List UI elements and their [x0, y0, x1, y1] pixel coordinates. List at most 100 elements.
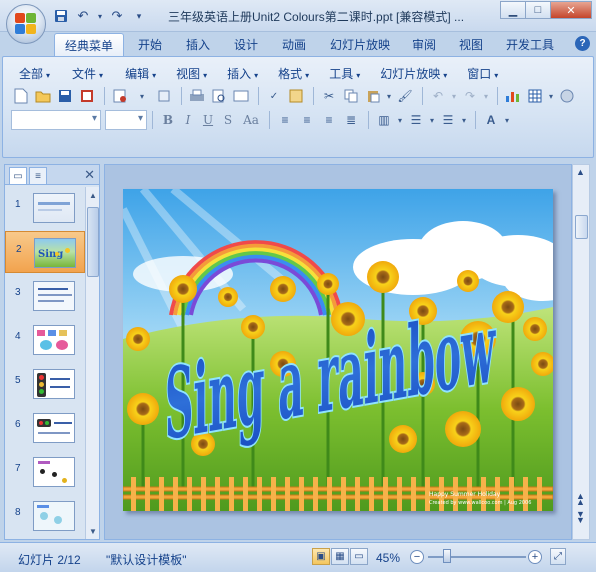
new-icon[interactable] [11, 86, 31, 106]
tab-animation[interactable]: 动画 [282, 36, 306, 53]
undo-toolbar-icon[interactable]: ↶ [428, 86, 448, 106]
save-icon[interactable] [52, 7, 70, 25]
menu-all[interactable]: 全部 ▾ [11, 62, 58, 84]
previous-slide-icon[interactable]: ▲ [576, 497, 585, 507]
tab-insert[interactable]: 插入 [186, 36, 210, 53]
table-dropdown-icon[interactable]: ▾ [547, 86, 555, 106]
tab-slideshow[interactable]: 幻灯片放映 [330, 36, 390, 53]
cut-icon[interactable]: ✂ [319, 86, 339, 106]
zoom-level[interactable]: 45% [376, 551, 400, 565]
menu-file[interactable]: 文件 ▾ [64, 62, 111, 84]
print-preview-icon[interactable] [209, 86, 229, 106]
slide-icon[interactable] [231, 86, 251, 106]
chart-icon[interactable] [503, 86, 523, 106]
thumbnail-scrollbar[interactable]: ▲ ▼ [85, 187, 99, 539]
help-icon[interactable]: ? [575, 36, 590, 51]
menu-edit[interactable]: 编辑 ▾ [117, 62, 164, 84]
menu-view[interactable]: 视图 ▾ [168, 62, 215, 84]
numbering-dropdown-icon[interactable]: ▾ [428, 110, 436, 130]
print-icon[interactable] [187, 86, 207, 106]
menu-window[interactable]: 窗口 ▾ [459, 62, 506, 84]
close-pane-icon[interactable]: ✕ [84, 167, 95, 183]
bullets-dropdown-icon[interactable]: ▾ [460, 110, 468, 130]
underline-button[interactable]: U [198, 110, 218, 130]
undo-toolbar-dropdown-icon[interactable]: ▾ [450, 86, 458, 106]
redo-toolbar-icon[interactable]: ↷ [460, 86, 480, 106]
slide-thumbnail-4[interactable]: 4 [5, 319, 85, 361]
copy-icon[interactable] [341, 86, 361, 106]
close-button[interactable]: ✕ [550, 1, 592, 19]
menu-insert[interactable]: 插入 ▾ [219, 62, 266, 84]
customize-qat-icon[interactable]: ▾ [130, 7, 148, 25]
shadow-button[interactable]: S [218, 110, 238, 130]
font-name-combo[interactable] [11, 110, 101, 130]
maximize-button[interactable]: □ [525, 1, 551, 19]
font-color-icon[interactable]: A [481, 110, 501, 130]
redo-toolbar-dropdown-icon[interactable]: ▾ [482, 86, 490, 106]
slide-sorter-icon[interactable]: ▦ [331, 548, 349, 565]
italic-button[interactable]: I [178, 110, 198, 130]
numbering-icon[interactable]: ☰ [406, 110, 426, 130]
change-case-button[interactable]: Aa [238, 110, 264, 130]
open-icon[interactable] [33, 86, 53, 106]
slide-thumbnail-7[interactable]: 7 [5, 451, 85, 493]
font-size-combo[interactable] [105, 110, 147, 130]
format-painter-icon[interactable]: 🖌 [395, 86, 415, 106]
minimize-button[interactable]: ▁ [500, 1, 526, 19]
current-slide[interactable]: Sing a rainbow Happy Summer Holiday Crea… [123, 189, 553, 511]
slide-thumbnail-3[interactable]: 3 [5, 275, 85, 317]
tab-classic-menu[interactable]: 经典菜单 [54, 33, 125, 57]
align-center-icon[interactable]: ≡ [297, 110, 317, 130]
scroll-up-icon[interactable]: ▲ [87, 189, 99, 201]
paste-icon[interactable] [363, 86, 383, 106]
columns-dropdown-icon[interactable]: ▾ [396, 110, 404, 130]
scroll-thumb[interactable] [87, 207, 99, 277]
slideshow-view-icon[interactable]: ▭ [350, 548, 368, 565]
spelling-icon[interactable]: ✓ [264, 86, 284, 106]
menu-tools[interactable]: 工具 ▾ [321, 62, 368, 84]
tab-review[interactable]: 审阅 [412, 36, 436, 53]
outline-tab-icon[interactable]: ≡ [29, 167, 47, 184]
main-scrollbar[interactable]: ▲ ▲ ▲ ▼ ▼ [572, 164, 590, 540]
next-slide-icon-2[interactable]: ▼ [576, 515, 585, 525]
research-icon[interactable] [286, 86, 306, 106]
font-color-dropdown-icon[interactable]: ▾ [503, 110, 511, 130]
zoom-slider-thumb[interactable] [443, 549, 451, 563]
tab-view[interactable]: 视图 [459, 36, 483, 53]
tab-developer[interactable]: 开发工具 [506, 36, 554, 53]
slide-thumbnail-8[interactable]: 8 [5, 495, 85, 537]
fit-to-window-icon[interactable]: ⤢ [550, 548, 566, 565]
menu-format[interactable]: 格式 ▾ [270, 62, 317, 84]
zoom-out-icon[interactable]: − [410, 550, 424, 564]
slide-thumbnail-1[interactable]: 1 [5, 187, 85, 229]
undo-dropdown-icon[interactable]: ▾ [96, 7, 104, 25]
scroll-up-icon[interactable]: ▲ [576, 167, 585, 177]
columns-icon[interactable]: ▥ [374, 110, 394, 130]
redo-icon[interactable]: ↷ [108, 7, 126, 25]
email-icon[interactable]: ▾ [132, 86, 152, 106]
tab-design[interactable]: 设计 [234, 36, 258, 53]
bold-button[interactable]: B [158, 110, 178, 130]
normal-view-icon[interactable]: ▣ [312, 548, 330, 565]
paste-dropdown-icon[interactable]: ▾ [385, 86, 393, 106]
slide-thumbnail-5[interactable]: 5 [5, 363, 85, 405]
tab-home[interactable]: 开始 [138, 36, 162, 53]
slideshow-icon[interactable] [557, 86, 577, 106]
scroll-thumb[interactable] [575, 215, 588, 239]
align-left-icon[interactable]: ≡ [275, 110, 295, 130]
save-toolbar-icon[interactable] [55, 86, 75, 106]
slide-thumbnail-2[interactable]: 2 Sing [5, 231, 85, 273]
justify-icon[interactable]: ≣ [341, 110, 361, 130]
zoom-in-icon[interactable]: + [528, 550, 542, 564]
slide-thumbnail-6[interactable]: 6 [5, 407, 85, 449]
pdf-icon[interactable] [110, 86, 130, 106]
bullets-icon[interactable]: ☰ [438, 110, 458, 130]
office-button[interactable] [6, 4, 46, 44]
align-right-icon[interactable]: ≡ [319, 110, 339, 130]
scroll-down-icon[interactable]: ▼ [87, 525, 99, 537]
slides-tab-icon[interactable]: ▭ [9, 167, 27, 184]
permission-icon[interactable] [77, 86, 97, 106]
undo-icon[interactable]: ↶ [74, 7, 92, 25]
table-icon[interactable] [525, 86, 545, 106]
menu-slideshow[interactable]: 幻灯片放映 ▾ [372, 62, 455, 84]
